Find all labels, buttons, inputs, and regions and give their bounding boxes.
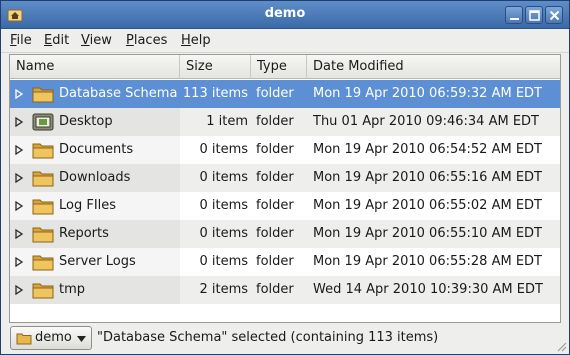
file-size: 0 items [199,170,248,185]
desktop-folder-icon [32,113,54,131]
file-date-modified: Mon 19 Apr 2010 06:59:32 AM EDT [313,86,542,101]
folder-icon [32,171,54,187]
file-type: folder [256,86,294,101]
list-item[interactable]: Database Schema 113 items folder Mon 19 Apr… [10,80,560,108]
folder-icon [32,199,54,215]
expander-arrow-icon[interactable] [14,173,24,183]
folder-icon [32,227,54,243]
column-header-type[interactable]: Type [251,55,307,79]
file-type: folder [256,282,294,297]
file-date-modified: Thu 01 Apr 2010 09:46:34 AM EDT [313,114,539,129]
expander-arrow-icon[interactable] [14,117,24,127]
close-icon [549,10,560,21]
file-type: folder [256,142,294,157]
file-size: 1 item [206,114,248,129]
file-name: Database Schema [59,86,178,101]
expander-arrow-icon[interactable] [14,257,24,267]
file-type: folder [256,226,294,241]
menu-bar: File Edit View Places Help [1,30,569,53]
resize-grip-icon[interactable] [555,340,567,352]
file-list[interactable]: Name Size Type Date Modified Database Sc… [9,54,561,323]
expander-arrow-icon[interactable] [14,89,24,99]
list-item[interactable]: Log FIles 0 items folder Mon 19 Apr 2010 06… [10,192,560,220]
file-size: 0 items [199,198,248,213]
file-type: folder [256,254,294,269]
file-size: 113 items [182,86,248,101]
folder-icon [32,87,54,103]
column-header-bar: Name Size Type Date Modified [10,55,560,79]
folder-icon [32,283,54,299]
file-date-modified: Mon 19 Apr 2010 06:55:10 AM EDT [313,226,542,241]
status-text: "Database Schema" selected (containing 1… [97,330,439,345]
minimize-icon [510,18,519,20]
file-size: 0 items [199,226,248,241]
file-name: Desktop [59,114,113,129]
menu-places[interactable]: Places [126,33,167,48]
title-bar[interactable]: demo [1,1,569,29]
file-manager-window: demo File Edit View Places Help Name Siz… [0,0,570,355]
file-name: tmp [59,282,86,297]
folder-icon [32,143,54,159]
column-header-name[interactable]: Name [10,55,180,79]
file-size: 0 items [199,142,248,157]
file-name: Reports [59,226,109,241]
column-header-date[interactable]: Date Modified [307,55,560,79]
menu-help[interactable]: Help [181,33,211,48]
file-type: folder [256,114,294,129]
folder-icon [32,255,54,271]
status-bar: demo "Database Schema" selected (contain… [1,324,569,354]
expander-arrow-icon[interactable] [14,201,24,211]
expander-arrow-icon[interactable] [14,145,24,155]
expander-arrow-icon[interactable] [14,229,24,239]
menu-file[interactable]: File [10,33,32,48]
list-item[interactable]: Reports 0 items folder Mon 19 Apr 2010 06:5… [10,220,560,248]
file-name: Downloads [59,170,131,185]
window-title: demo [264,6,306,21]
list-item[interactable]: Documents 0 items folder Mon 19 Apr 2010 06… [10,136,560,164]
list-item[interactable]: tmp 2 items folder Wed 14 Apr 2010 10:39:30… [10,276,560,304]
menu-edit[interactable]: Edit [44,33,69,48]
list-item[interactable]: Desktop 1 item folder Thu 01 Apr 2010 09:46… [10,108,560,136]
column-header-size[interactable]: Size [180,55,251,79]
list-item[interactable]: Server Logs 0 items folder Mon 19 Apr 2010 … [10,248,560,276]
file-date-modified: Mon 19 Apr 2010 06:55:28 AM EDT [313,254,542,269]
file-name: Documents [59,142,134,157]
list-item[interactable]: Downloads 0 items folder Mon 19 Apr 2010 06… [10,164,560,192]
location-button[interactable]: demo [10,326,92,350]
file-size: 0 items [199,254,248,269]
minimize-button[interactable] [505,6,523,24]
file-size: 2 items [199,282,248,297]
file-date-modified: Wed 14 Apr 2010 10:39:30 AM EDT [313,282,543,297]
dropdown-arrow-icon [77,336,86,342]
file-name: Log FIles [59,198,117,213]
file-date-modified: Mon 19 Apr 2010 06:55:16 AM EDT [313,170,542,185]
file-type: folder [256,198,294,213]
maximize-button[interactable] [525,6,543,24]
close-button[interactable] [545,6,563,24]
file-name: Server Logs [59,254,136,269]
maximize-icon [529,10,540,21]
file-date-modified: Mon 19 Apr 2010 06:55:02 AM EDT [313,198,542,213]
file-type: folder [256,170,294,185]
location-label: demo [35,330,72,345]
folder-icon [16,333,32,345]
menu-view[interactable]: View [81,33,112,48]
file-date-modified: Mon 19 Apr 2010 06:54:52 AM EDT [313,142,542,157]
expander-arrow-icon[interactable] [14,285,24,295]
